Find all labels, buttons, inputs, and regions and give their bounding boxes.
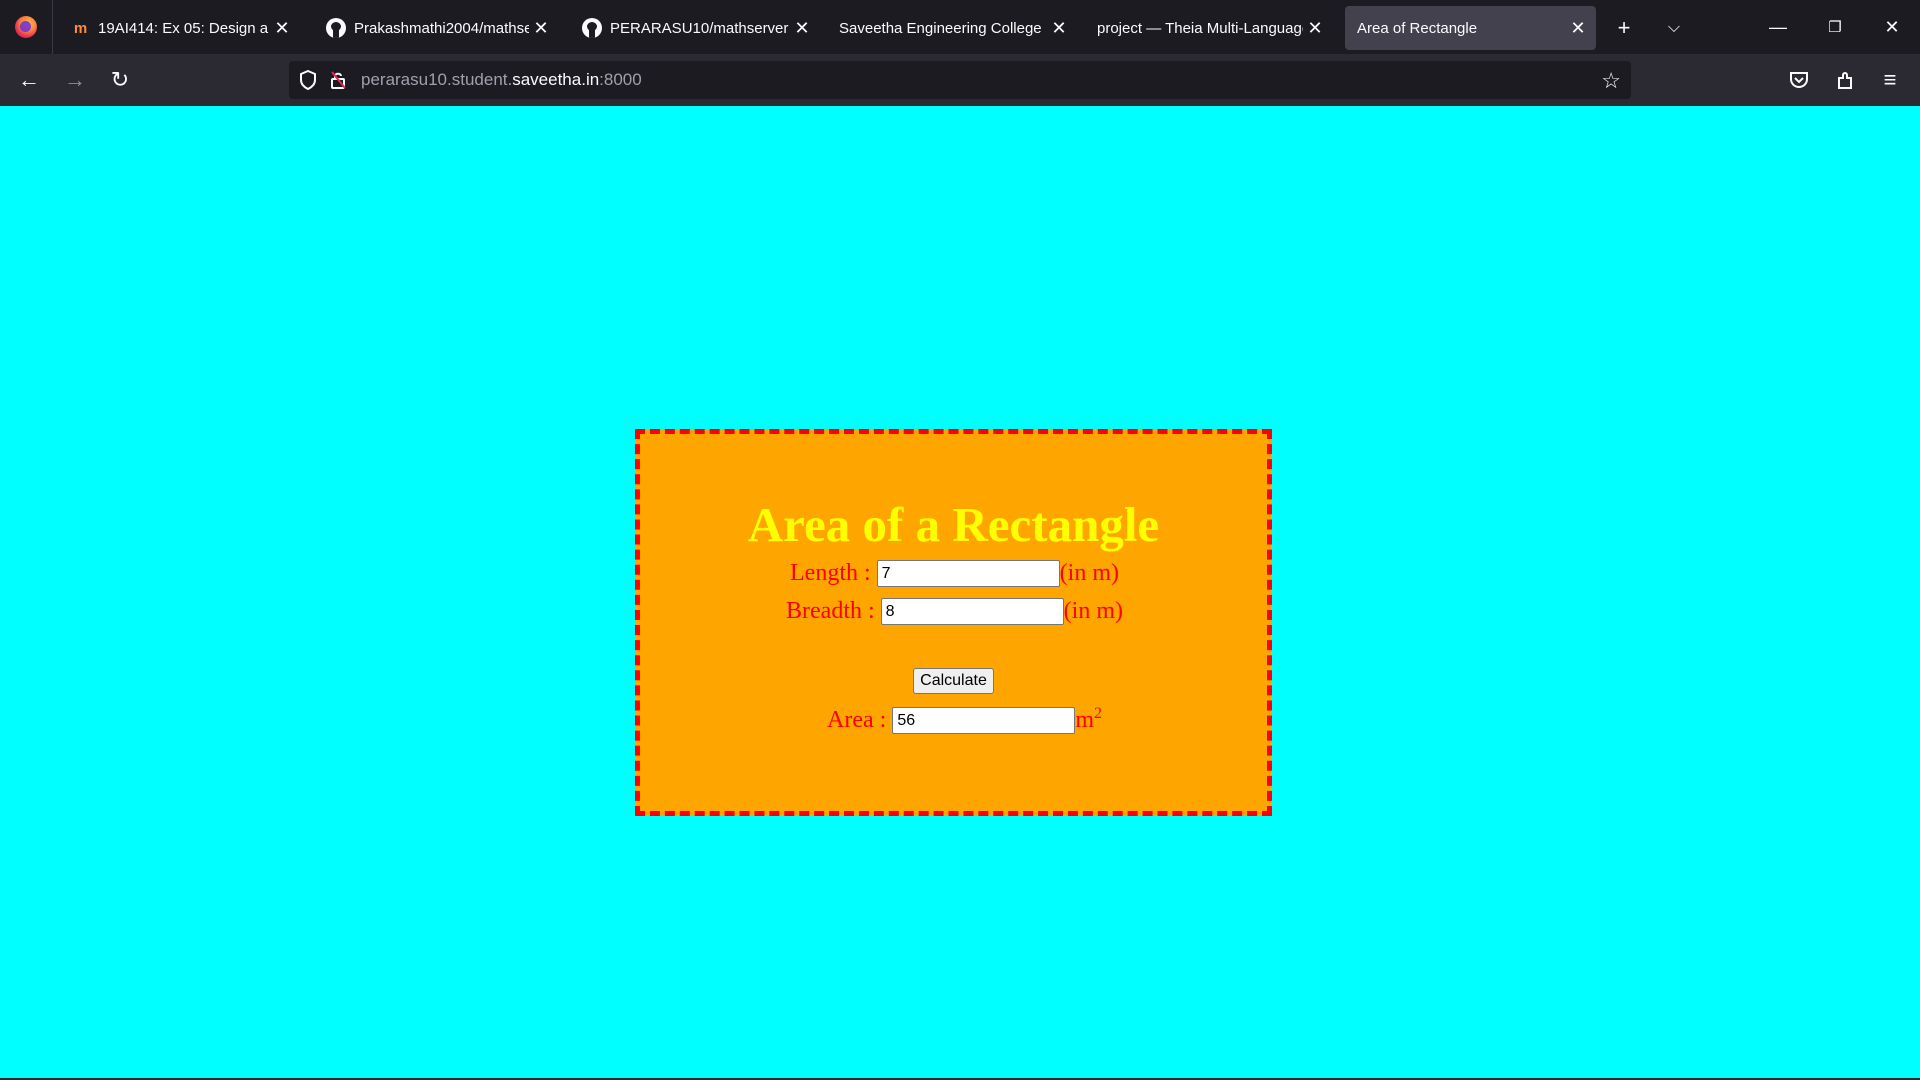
breadth-row: Breadth : (in m) — [640, 598, 1267, 625]
length-row: Length : (in m) — [640, 560, 1267, 587]
extensions-icon[interactable] — [1827, 62, 1863, 98]
close-icon[interactable]: ✕ — [790, 16, 814, 40]
restore-icon[interactable]: ❐ — [1807, 0, 1863, 54]
close-icon[interactable]: ✕ — [270, 16, 294, 40]
hamburger-menu-icon[interactable]: ≡ — [1872, 62, 1908, 98]
firefox-menu-icon[interactable] — [0, 0, 53, 54]
url-port: :8000 — [599, 70, 642, 89]
close-icon[interactable]: ✕ — [1047, 16, 1071, 40]
length-unit: (in m) — [1059, 560, 1119, 586]
navigation-toolbar: ← → ↻ perarasu10.student.saveetha.in:800… — [0, 54, 1920, 106]
moodle-icon: m — [73, 19, 87, 37]
tab-title: Saveetha Engineering College — [839, 19, 1042, 37]
bookmark-star-icon[interactable]: ☆ — [1601, 68, 1621, 94]
page-viewport: Area of a Rectangle Length : (in m) Brea… — [0, 106, 1920, 1080]
window-close-icon[interactable]: ✕ — [1864, 0, 1920, 54]
minimize-icon[interactable]: — — [1750, 0, 1806, 54]
tab-4[interactable]: project — Theia Multi-Language ✕ — [1085, 6, 1333, 50]
insecure-lock-icon[interactable] — [323, 61, 353, 99]
tab-title: PERARASU10/mathserver — [610, 19, 789, 37]
tab-title: project — Theia Multi-Language — [1097, 19, 1303, 37]
github-icon — [326, 18, 346, 38]
back-icon[interactable]: ← — [11, 62, 47, 98]
area-unit-power: 2 — [1093, 705, 1102, 722]
close-icon[interactable]: ✕ — [1303, 16, 1327, 40]
area-unit: m2 — [1075, 705, 1102, 734]
area-unit-base: m — [1075, 707, 1094, 733]
close-icon[interactable]: ✕ — [1566, 16, 1590, 40]
url-bar[interactable]: perarasu10.student.saveetha.in:8000 ☆ — [289, 61, 1631, 99]
list-all-tabs-icon[interactable]: ⌵ — [1654, 6, 1694, 50]
area-calculator-form: Area of a Rectangle Length : (in m) Brea… — [635, 429, 1272, 816]
tab-strip: m 19AI414: Ex 05: Design a We ✕ Prakashm… — [0, 0, 1920, 54]
breadth-input[interactable] — [880, 598, 1064, 625]
tab-5-active[interactable]: Area of Rectangle ✕ — [1345, 6, 1596, 50]
pocket-icon[interactable] — [1781, 62, 1817, 98]
breadth-label: Breadth : — [786, 598, 875, 624]
tab-title: Area of Rectangle — [1357, 19, 1478, 37]
new-tab-icon[interactable]: + — [1604, 6, 1644, 50]
breadth-unit: (in m) — [1063, 598, 1123, 624]
url-prefix: perarasu10.student. — [361, 70, 513, 89]
github-icon — [582, 18, 602, 38]
tab-title: 19AI414: Ex 05: Design a We — [98, 19, 270, 37]
shield-icon[interactable] — [293, 61, 323, 99]
reload-icon[interactable]: ↻ — [102, 62, 138, 98]
url-host: saveetha.in — [512, 70, 600, 89]
area-label: Area : — [827, 707, 887, 733]
tab-3[interactable]: Saveetha Engineering College ✕ — [827, 6, 1077, 50]
url-text[interactable]: perarasu10.student.saveetha.in:8000 — [361, 70, 642, 90]
length-label: Length : — [790, 560, 871, 586]
forward-icon[interactable]: → — [57, 62, 93, 98]
page-title: Area of a Rectangle — [747, 497, 1160, 552]
area-row: Area : m2 — [640, 705, 1267, 734]
tab-title: Prakashmathi2004/mathserv — [354, 19, 529, 37]
area-output[interactable] — [892, 707, 1076, 734]
calculate-button[interactable]: Calculate — [913, 668, 994, 694]
close-icon[interactable]: ✕ — [529, 16, 553, 40]
tab-1[interactable]: Prakashmathi2004/mathserv ✕ — [314, 6, 559, 50]
length-input[interactable] — [876, 560, 1060, 587]
tab-0[interactable]: m 19AI414: Ex 05: Design a We ✕ — [58, 6, 300, 50]
tab-2[interactable]: PERARASU10/mathserver ✕ — [570, 6, 820, 50]
